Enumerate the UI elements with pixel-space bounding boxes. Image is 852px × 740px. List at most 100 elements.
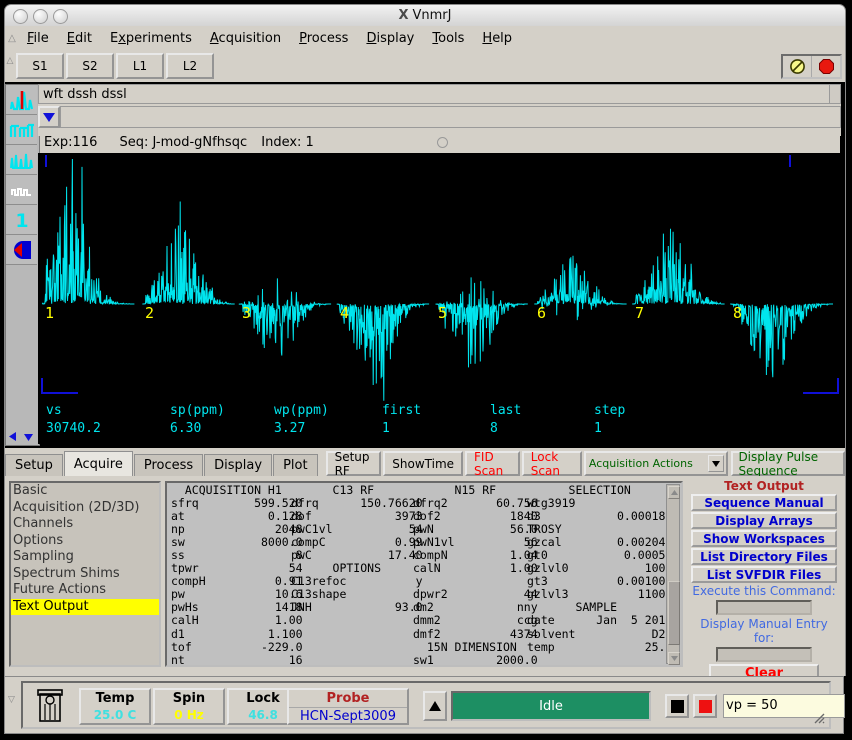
spectrum-peaks-icon[interactable] bbox=[6, 85, 37, 115]
probe-value: HCN-Sept3009 bbox=[289, 707, 407, 726]
trace-label-8: 8 bbox=[733, 304, 742, 322]
resize-grip-icon[interactable] bbox=[813, 712, 825, 724]
tab-setup[interactable]: Setup bbox=[5, 454, 63, 476]
display-pulse-sequence-button[interactable]: Display Pulse Sequence bbox=[731, 451, 845, 476]
plot-param-vs-value: 30740.2 bbox=[46, 421, 101, 436]
toolbar-button-s1[interactable]: S1 bbox=[16, 53, 64, 79]
command-entry-row bbox=[38, 106, 841, 128]
lock-scan-button[interactable]: Lock Scan bbox=[522, 451, 582, 476]
show-workspaces-button[interactable]: Show Workspaces bbox=[691, 530, 837, 547]
tab-process[interactable]: Process bbox=[134, 454, 203, 476]
chevron-down-icon[interactable] bbox=[708, 455, 724, 472]
command-history-scrollbar[interactable] bbox=[829, 84, 841, 104]
menu-experiments[interactable]: Experiments bbox=[101, 29, 201, 48]
trace-label-6: 6 bbox=[537, 304, 546, 322]
spin-value: 0 Hz bbox=[155, 707, 223, 724]
trace-label-1: 1 bbox=[45, 304, 54, 322]
integral-icon[interactable] bbox=[6, 115, 37, 145]
execute-command-input[interactable] bbox=[716, 600, 812, 615]
spin-field[interactable]: Spin 0 Hz bbox=[153, 688, 225, 725]
category-spectrum-shims[interactable]: Spectrum Shims bbox=[11, 566, 159, 583]
tab-plot[interactable]: Plot bbox=[273, 454, 318, 476]
plot-param-step-label: step bbox=[594, 403, 625, 418]
back-arrow-icon[interactable] bbox=[6, 235, 37, 265]
trace-label-5: 5 bbox=[438, 304, 447, 322]
temp-value: 25.0 C bbox=[81, 707, 149, 724]
tab-display[interactable]: Display bbox=[204, 454, 272, 476]
statusbar-drag-handle[interactable]: ▽ bbox=[8, 695, 15, 705]
title-bar: XVnmrJ bbox=[4, 4, 846, 28]
menu-process[interactable]: Process bbox=[290, 29, 357, 48]
temp-field[interactable]: Temp 25.0 C bbox=[79, 688, 151, 725]
spectrum-tool-strip: 1 bbox=[5, 84, 40, 446]
threshold-icon[interactable] bbox=[6, 175, 37, 205]
command-dropdown-button[interactable] bbox=[38, 106, 60, 128]
toolbar-drag-handle[interactable]: △ bbox=[5, 56, 15, 76]
red-square-icon[interactable] bbox=[693, 694, 717, 718]
vp-display-field[interactable]: vp = 50 bbox=[723, 694, 845, 718]
menu-edit[interactable]: Edit bbox=[58, 29, 101, 48]
menu-drag-handle[interactable]: △ bbox=[6, 29, 18, 47]
one-trace-icon[interactable]: 1 bbox=[6, 205, 37, 235]
menu-acquisition[interactable]: Acquisition bbox=[201, 29, 290, 48]
parameter-scrollbar-thumb[interactable] bbox=[668, 581, 680, 645]
plot-parameter-labels: vs 30740.2 sp(ppm) 6.30 wp(ppm) 3.27 fir… bbox=[38, 400, 841, 444]
plot-param-vs-label: vs bbox=[46, 403, 62, 418]
menu-file[interactable]: File bbox=[18, 29, 58, 48]
menu-help[interactable]: Help bbox=[473, 29, 521, 48]
fid-scan-button[interactable]: FID Scan bbox=[465, 451, 520, 476]
category-sampling[interactable]: Sampling bbox=[11, 549, 159, 566]
spectrum-scroll-arrows[interactable] bbox=[6, 428, 36, 444]
probe-label: Probe bbox=[289, 690, 407, 707]
acquisition-status-bar: Idle bbox=[451, 691, 651, 721]
toolbar-button-l2[interactable]: L2 bbox=[166, 53, 214, 79]
abort-icon[interactable] bbox=[783, 56, 812, 77]
scroll-down-icon[interactable] bbox=[668, 652, 680, 665]
menu-display[interactable]: Display bbox=[357, 29, 423, 48]
toolbar-button-s2[interactable]: S2 bbox=[66, 53, 114, 79]
acquisition-up-button[interactable] bbox=[423, 691, 447, 721]
plot-param-step-value: 1 bbox=[594, 421, 602, 436]
exp-number: Exp:116 bbox=[44, 135, 97, 150]
stop-icon[interactable] bbox=[812, 56, 840, 77]
black-square-icon[interactable] bbox=[665, 694, 689, 718]
probe-field[interactable]: Probe HCN-Sept3009 bbox=[287, 688, 409, 725]
busy-spinner-icon bbox=[437, 137, 448, 148]
tab-acquire[interactable]: Acquire bbox=[64, 451, 133, 476]
status-bar: ▽ Temp 25.0 C Spin 0 Hz bbox=[4, 676, 844, 734]
text-output-title: Text Output bbox=[689, 479, 839, 493]
display-arrays-button[interactable]: Display Arrays bbox=[691, 512, 837, 529]
tool-bar: △ S1 S2 L1 L2 bbox=[4, 50, 846, 82]
plot-param-last-label: last bbox=[490, 403, 521, 418]
command-input[interactable] bbox=[60, 106, 841, 128]
command-history-line[interactable]: wft dssh dssl bbox=[38, 84, 841, 104]
parameter-table-panel[interactable]: ACQUISITION H1 sfrq 599.520 at 0.128 np … bbox=[165, 481, 683, 667]
category-channels[interactable]: Channels bbox=[11, 516, 159, 533]
menu-bar: △ File Edit Experiments Acquisition Proc… bbox=[4, 26, 846, 50]
trash-icon[interactable] bbox=[35, 688, 65, 724]
list-svfdir-files-button[interactable]: List SVFDIR Files bbox=[691, 566, 837, 583]
toolbar-right-icons bbox=[781, 54, 842, 79]
category-text-output[interactable]: Text Output bbox=[11, 599, 159, 616]
show-time-button[interactable]: ShowTime bbox=[383, 451, 463, 476]
category-options[interactable]: Options bbox=[11, 533, 159, 550]
toolbar-button-l1[interactable]: L1 bbox=[116, 53, 164, 79]
list-directory-files-button[interactable]: List Directory Files bbox=[691, 548, 837, 565]
menu-tools[interactable]: Tools bbox=[423, 29, 473, 48]
scroll-up-icon[interactable] bbox=[668, 486, 680, 499]
vnmrj-window: XVnmrJ △ File Edit Experiments Acquisiti… bbox=[0, 0, 852, 740]
category-future-actions[interactable]: Future Actions bbox=[11, 582, 159, 599]
sequence-manual-button[interactable]: Sequence Manual bbox=[691, 494, 837, 511]
multi-peaks-icon[interactable] bbox=[6, 145, 37, 175]
acquisition-actions-combo[interactable]: Acquisition Actions bbox=[584, 451, 729, 476]
category-basic[interactable]: Basic bbox=[11, 483, 159, 500]
manual-entry-label: Display Manual Entry for: bbox=[689, 617, 839, 645]
category-list[interactable]: Basic Acquisition (2D/3D) Channels Optio… bbox=[9, 481, 161, 667]
parameter-scrollbar[interactable] bbox=[666, 484, 680, 664]
svg-text:1: 1 bbox=[15, 210, 28, 231]
setup-rf-button[interactable]: Setup RF bbox=[326, 451, 382, 476]
manual-entry-input[interactable] bbox=[716, 647, 812, 662]
exp-index: Index: 1 bbox=[261, 135, 314, 150]
window-title: XVnmrJ bbox=[5, 8, 845, 23]
category-acquisition-2d3d[interactable]: Acquisition (2D/3D) bbox=[11, 500, 159, 517]
